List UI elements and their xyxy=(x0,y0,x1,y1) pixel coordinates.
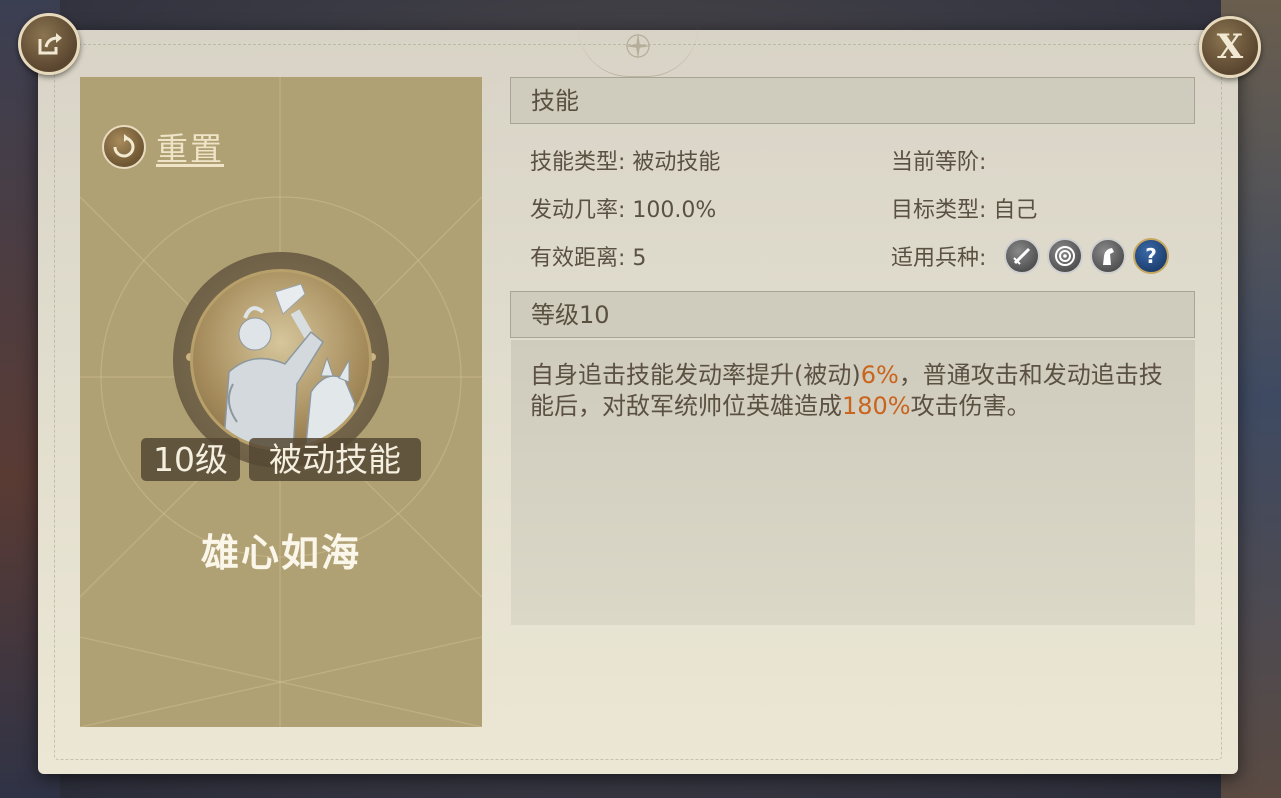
desc-text: 攻击伤害。 xyxy=(910,392,1031,420)
compass-ornament-icon xyxy=(625,33,651,59)
bow-target-icon[interactable] xyxy=(1047,238,1083,274)
skill-icon-frame xyxy=(173,252,389,468)
skill-name: 雄心如海 xyxy=(200,531,361,575)
sword-icon[interactable] xyxy=(1004,238,1040,274)
share-export-icon xyxy=(38,33,62,55)
skill-type-badge: 被动技能 xyxy=(249,438,421,481)
troop-type-icons: ? xyxy=(1004,238,1169,274)
stat-label: 发动几率: xyxy=(530,198,626,223)
skill-portrait xyxy=(190,269,372,451)
share-button[interactable] xyxy=(18,13,80,75)
skill-level-badge: 10级 xyxy=(141,438,240,481)
warrior-icon xyxy=(222,283,356,448)
stat-skill-type: 技能类型: 被动技能 xyxy=(530,144,720,176)
stat-label: 有效距离: xyxy=(530,246,626,271)
skill-section-header: 技能 xyxy=(510,77,1195,124)
desc-text: 自身追击技能发动率提升(被动) xyxy=(530,361,861,389)
close-button[interactable]: X xyxy=(1199,16,1261,78)
desc-highlight-rate: 6% xyxy=(860,361,899,389)
stat-range: 有效距离: 5 xyxy=(530,240,646,272)
stat-label: 当前等阶: xyxy=(891,150,987,175)
reset-label[interactable]: 重置 xyxy=(156,124,224,170)
stat-trigger-rate: 发动几率: 100.0% xyxy=(530,192,716,224)
stat-value: 100.0% xyxy=(632,198,717,223)
stat-value: 被动技能 xyxy=(632,150,721,175)
stat-value: 5 xyxy=(632,246,647,271)
reset-icon xyxy=(102,125,146,169)
stat-label: 技能类型: xyxy=(530,150,626,175)
stat-label: 适用兵种: xyxy=(891,246,987,271)
stat-troop-types: 适用兵种: xyxy=(891,240,986,272)
stat-label: 目标类型: xyxy=(891,198,987,223)
reset-button[interactable]: 重置 xyxy=(102,124,224,170)
stat-target-type: 目标类型: 自己 xyxy=(891,192,1037,224)
stat-current-rank: 当前等阶: xyxy=(891,144,986,176)
level-section-header: 等级10 xyxy=(510,291,1195,338)
skill-description: 自身追击技能发动率提升(被动)6%，普通攻击和发动追击技能后，对敌军统帅位英雄造… xyxy=(530,360,1180,422)
stat-value: 自己 xyxy=(993,198,1038,223)
horse-icon[interactable] xyxy=(1090,238,1126,274)
question-icon[interactable]: ? xyxy=(1133,238,1169,274)
desc-highlight-damage: 180% xyxy=(842,392,911,420)
